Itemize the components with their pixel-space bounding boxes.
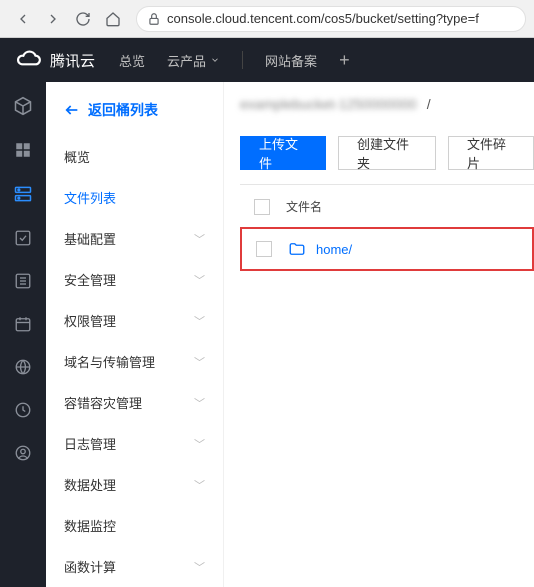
- chevron-down-icon: ﹀: [194, 313, 205, 329]
- table-row[interactable]: home/: [240, 227, 534, 271]
- back-to-buckets[interactable]: 返回桶列表: [46, 100, 223, 136]
- rail-grid-icon[interactable]: [14, 141, 32, 164]
- sidebar-item-label: 数据处理: [64, 475, 116, 494]
- file-table: 文件名 home/: [240, 184, 534, 271]
- content-area: examplebucket-1250000000 / 上传文件 创建文件夹 文件…: [224, 82, 534, 587]
- browser-back-icon[interactable]: [14, 10, 32, 28]
- sidebar-item-label: 权限管理: [64, 311, 116, 330]
- sidebar-item-label: 概览: [64, 147, 90, 166]
- chevron-down-icon: ﹀: [194, 231, 205, 247]
- top-nav: 腾讯云 总览 云产品 网站备案 +: [0, 38, 534, 82]
- sidebar-item-label: 日志管理: [64, 434, 116, 453]
- sidebar-item-5[interactable]: 域名与传输管理 ﹀: [46, 341, 223, 382]
- lock-icon: [147, 12, 161, 26]
- brand-text: 腾讯云: [50, 50, 95, 71]
- chevron-down-icon: ﹀: [194, 395, 205, 411]
- cloud-logo-icon: [16, 47, 42, 73]
- chevron-down-icon: ﹀: [194, 436, 205, 452]
- rail-settings-icon[interactable]: [14, 272, 32, 295]
- sidebar-item-label: 容错容灾管理: [64, 393, 142, 412]
- rail-clock-icon[interactable]: [14, 401, 32, 424]
- breadcrumb-sep: /: [427, 96, 431, 112]
- table-header: 文件名: [240, 185, 534, 229]
- action-bar: 上传文件 创建文件夹 文件碎片: [240, 136, 534, 170]
- browser-reload-icon[interactable]: [74, 10, 92, 28]
- select-all-checkbox[interactable]: [254, 199, 270, 215]
- row-checkbox[interactable]: [256, 241, 272, 257]
- chevron-down-icon: ﹀: [194, 477, 205, 493]
- rail-cube-icon[interactable]: [13, 96, 33, 121]
- row-name: home/: [316, 242, 352, 257]
- breadcrumb-bucket[interactable]: examplebucket-1250000000: [240, 96, 417, 112]
- breadcrumb: examplebucket-1250000000 /: [240, 96, 534, 112]
- chevron-down-icon: ﹀: [194, 559, 205, 575]
- sidebar-item-label: 域名与传输管理: [64, 352, 155, 371]
- sidebar-item-label: 基础配置: [64, 229, 116, 248]
- sidebar-item-2[interactable]: 基础配置 ﹀: [46, 218, 223, 259]
- url-bar[interactable]: console.cloud.tencent.com/cos5/bucket/se…: [136, 6, 526, 32]
- chevron-down-icon: ﹀: [194, 354, 205, 370]
- nav-beian[interactable]: 网站备案: [265, 51, 317, 70]
- fragments-button[interactable]: 文件碎片: [448, 136, 534, 170]
- sidebar: 返回桶列表 概览文件列表基础配置﹀安全管理﹀权限管理﹀域名与传输管理﹀容错容灾管…: [46, 82, 224, 587]
- rail-check-icon[interactable]: [14, 229, 32, 252]
- sidebar-item-9[interactable]: 数据监控: [46, 505, 223, 546]
- icon-rail: [0, 82, 46, 587]
- chevron-down-icon: [210, 55, 220, 65]
- sidebar-item-10[interactable]: 函数计算 ﹀: [46, 546, 223, 587]
- arrow-left-icon: [64, 102, 80, 118]
- rail-globe-icon[interactable]: [14, 358, 32, 381]
- rail-storage-icon[interactable]: [13, 184, 33, 209]
- sidebar-item-7[interactable]: 日志管理 ﹀: [46, 423, 223, 464]
- nav-add-icon[interactable]: +: [339, 51, 350, 69]
- folder-icon: [288, 240, 306, 258]
- upload-button[interactable]: 上传文件: [240, 136, 326, 170]
- create-folder-button[interactable]: 创建文件夹: [338, 136, 436, 170]
- sidebar-item-label: 数据监控: [64, 516, 116, 535]
- sidebar-item-3[interactable]: 安全管理 ﹀: [46, 259, 223, 300]
- browser-home-icon[interactable]: [104, 10, 122, 28]
- sidebar-item-label: 文件列表: [64, 188, 116, 207]
- rail-user-icon[interactable]: [14, 444, 32, 467]
- sidebar-item-6[interactable]: 容错容灾管理 ﹀: [46, 382, 223, 423]
- nav-products[interactable]: 云产品: [167, 51, 220, 70]
- back-label: 返回桶列表: [88, 100, 158, 120]
- sidebar-item-0[interactable]: 概览: [46, 136, 223, 177]
- browser-forward-icon[interactable]: [44, 10, 62, 28]
- sidebar-item-label: 函数计算: [64, 557, 116, 576]
- chevron-down-icon: ﹀: [194, 272, 205, 288]
- sidebar-item-1[interactable]: 文件列表: [46, 177, 223, 218]
- nav-divider: [242, 51, 243, 69]
- col-filename: 文件名: [286, 198, 322, 215]
- nav-overview[interactable]: 总览: [119, 51, 145, 70]
- browser-chrome: console.cloud.tencent.com/cos5/bucket/se…: [0, 0, 534, 38]
- rail-calendar-icon[interactable]: [14, 315, 32, 338]
- sidebar-item-8[interactable]: 数据处理 ﹀: [46, 464, 223, 505]
- url-text: console.cloud.tencent.com/cos5/bucket/se…: [167, 11, 479, 26]
- sidebar-item-label: 安全管理: [64, 270, 116, 289]
- sidebar-item-4[interactable]: 权限管理 ﹀: [46, 300, 223, 341]
- brand[interactable]: 腾讯云: [16, 47, 95, 73]
